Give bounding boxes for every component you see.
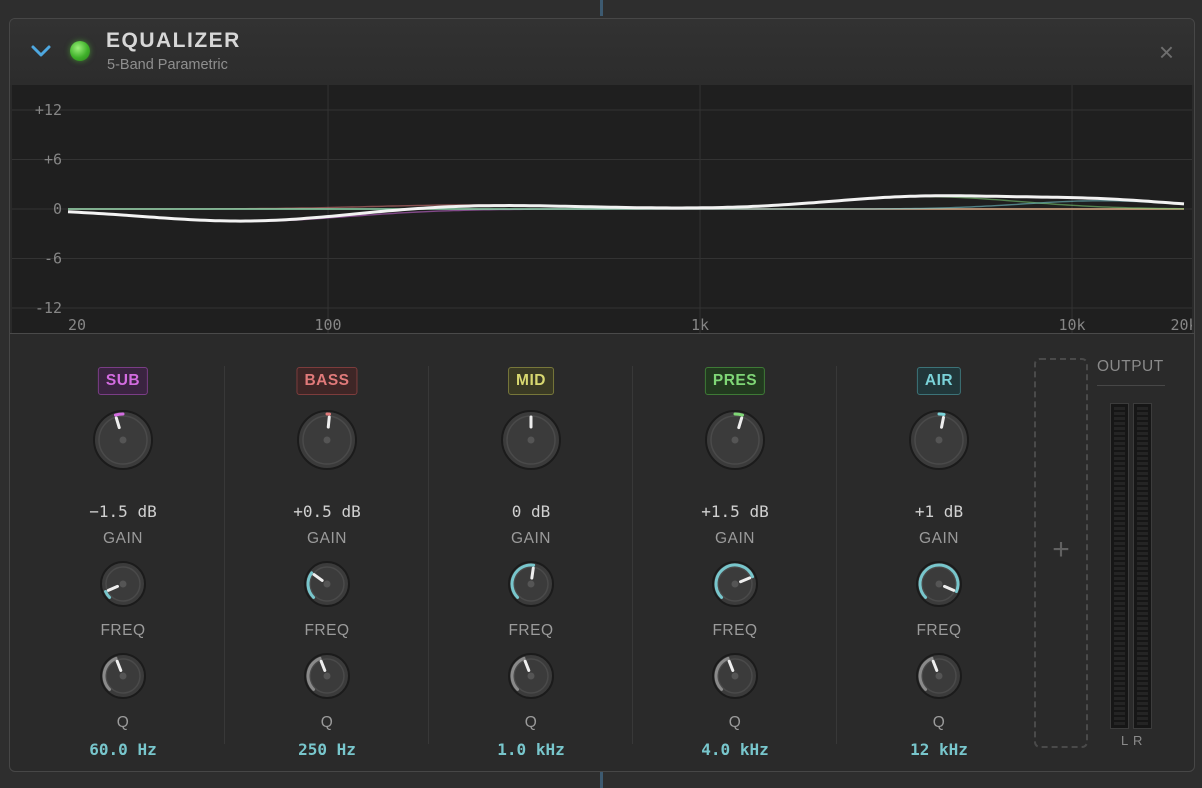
q-knob[interactable] — [302, 651, 352, 701]
band-separator — [836, 366, 837, 744]
gain-value: +1.5 dB — [701, 502, 769, 521]
plugin-header: EQUALIZER 5-Band Parametric × — [10, 19, 1194, 85]
x-axis-label: 20 — [68, 316, 86, 333]
band-mid: MID 0 dB GAIN FREQ Q 1.0 kHz — [429, 354, 633, 759]
output-rule — [1097, 385, 1165, 386]
band-tag-air[interactable]: AIR — [916, 367, 962, 395]
bottom-connector — [600, 772, 603, 788]
gain-value: +0.5 dB — [293, 502, 361, 521]
plus-icon: + — [1052, 533, 1070, 566]
gain-knob[interactable] — [499, 408, 563, 472]
q-label: Q — [320, 714, 334, 731]
freq-knob[interactable] — [302, 559, 352, 609]
collapse-button[interactable] — [29, 41, 53, 61]
q-label: Q — [116, 714, 130, 731]
band-separator — [632, 366, 633, 744]
freq-label: FREQ — [712, 622, 758, 639]
q-label: Q — [728, 714, 742, 731]
freq-value: 12 kHz — [910, 740, 968, 759]
top-connector — [600, 0, 603, 16]
freq-knob[interactable] — [914, 559, 964, 609]
freq-label: FREQ — [916, 622, 962, 639]
band-bass: BASS +0.5 dB GAIN FREQ Q 250 Hz — [225, 354, 429, 759]
gain-knob[interactable] — [295, 408, 359, 472]
gain-label: GAIN — [103, 530, 143, 547]
y-axis-label: -6 — [44, 250, 62, 268]
gain-label: GAIN — [307, 530, 347, 547]
freq-label: FREQ — [508, 622, 554, 639]
equalizer-panel: EQUALIZER 5-Band Parametric × +12 +6 0 -6 -1… — [9, 18, 1195, 772]
plugin-subtitle: 5-Band Parametric — [107, 57, 228, 73]
freq-knob[interactable] — [710, 559, 760, 609]
x-axis-label: 100 — [314, 316, 341, 333]
power-led-button[interactable] — [70, 41, 90, 61]
gain-knob[interactable] — [907, 408, 971, 472]
graph-divider — [10, 333, 1194, 334]
x-axis-label: 10k — [1058, 316, 1085, 333]
eq-graph-svg: +12 +6 0 -6 -12 20 100 1k 10k 20k — [12, 85, 1192, 333]
freq-value: 1.0 kHz — [497, 740, 565, 759]
gain-label: GAIN — [511, 530, 551, 547]
freq-value: 250 Hz — [298, 740, 356, 759]
chevron-down-icon — [31, 45, 51, 57]
add-band-button[interactable]: + — [1034, 358, 1088, 748]
x-axis-label: 1k — [691, 316, 709, 333]
gain-label: GAIN — [919, 530, 959, 547]
meter-label-right: R — [1133, 733, 1143, 748]
gain-value: +1 dB — [914, 502, 964, 521]
close-icon[interactable]: × — [1159, 37, 1174, 67]
gain-value: −1.5 dB — [89, 502, 157, 521]
output-title: OUTPUT — [1097, 358, 1164, 375]
eq-response-graph[interactable]: +12 +6 0 -6 -12 20 100 1k 10k 20k — [12, 85, 1192, 333]
band-separator — [428, 366, 429, 744]
output-meter-left — [1110, 403, 1129, 729]
gain-knob[interactable] — [703, 408, 767, 472]
freq-label: FREQ — [100, 622, 146, 639]
y-axis-label: -12 — [35, 299, 62, 317]
gain-label: GAIN — [715, 530, 755, 547]
q-knob[interactable] — [710, 651, 760, 701]
output-meter-right — [1133, 403, 1152, 729]
plugin-title: EQUALIZER — [106, 29, 241, 52]
freq-label: FREQ — [304, 622, 350, 639]
band-tag-pres[interactable]: PRES — [704, 367, 766, 395]
freq-knob[interactable] — [506, 559, 556, 609]
band-tag-bass[interactable]: BASS — [296, 367, 358, 395]
band-separator — [224, 366, 225, 744]
q-knob[interactable] — [914, 651, 964, 701]
q-label: Q — [932, 714, 946, 731]
freq-value: 60.0 Hz — [89, 740, 157, 759]
band-air: AIR +1 dB GAIN FREQ Q 12 kHz — [837, 354, 1041, 759]
band-tag-sub[interactable]: SUB — [97, 367, 149, 395]
meter-label-left: L — [1121, 733, 1129, 748]
gain-knob[interactable] — [91, 408, 155, 472]
q-label: Q — [524, 714, 538, 731]
x-axis-label: 20k — [1170, 316, 1192, 333]
freq-knob[interactable] — [98, 559, 148, 609]
y-axis-label: 0 — [53, 200, 62, 218]
q-knob[interactable] — [506, 651, 556, 701]
freq-value: 4.0 kHz — [701, 740, 769, 759]
q-knob[interactable] — [98, 651, 148, 701]
gain-value: 0 dB — [511, 502, 551, 521]
band-pres: PRES +1.5 dB GAIN FREQ Q 4.0 kHz — [633, 354, 837, 759]
y-axis-label: +6 — [44, 151, 62, 169]
band-tag-mid[interactable]: MID — [508, 367, 554, 395]
y-axis-label: +12 — [35, 101, 62, 119]
band-sub: SUB −1.5 dB GAIN FREQ Q 60.0 Hz — [21, 354, 225, 759]
